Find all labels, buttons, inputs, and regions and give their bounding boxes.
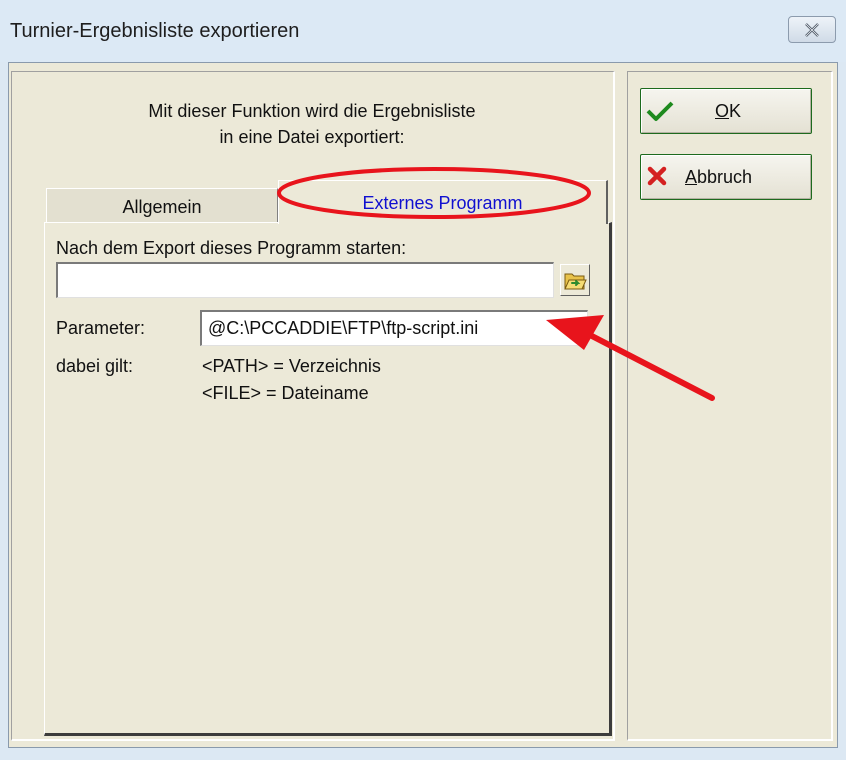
tab-panel-externes-programm: [44, 222, 612, 736]
title-bar[interactable]: Turnier-Ergebnisliste exportieren: [0, 0, 846, 62]
tab-externes-programm-label: Externes Programm: [362, 193, 523, 213]
checkmark-icon: [646, 101, 674, 121]
close-button[interactable]: [788, 16, 836, 43]
program-path-input[interactable]: [56, 262, 554, 298]
tab-externes-programm[interactable]: Externes Programm: [278, 180, 608, 224]
browse-program-button[interactable]: [560, 264, 590, 296]
cancel-rest: bbruch: [697, 167, 753, 187]
legend-file-text: <FILE> = Dateiname: [202, 383, 369, 403]
close-x-icon: [805, 22, 819, 37]
intro-line-2: in eine Datei exportiert:: [219, 127, 405, 147]
cancel-mnemonic: A: [685, 167, 698, 187]
export-settings-panel: Mit dieser Funktion wird die Ergebnislis…: [11, 71, 615, 741]
action-buttons-panel: OK Abbruch: [627, 71, 833, 741]
intro-text: Mit dieser Funktion wird die Ergebnislis…: [12, 98, 612, 150]
legend-path-text: <PATH> = Verzeichnis: [202, 356, 381, 376]
red-x-icon: [647, 166, 667, 186]
ok-mnemonic: O: [715, 101, 730, 121]
ok-button[interactable]: OK: [640, 88, 812, 134]
dialog-client-area: Mit dieser Funktion wird die Ergebnislis…: [8, 62, 838, 748]
export-dialog-window: Turnier-Ergebnisliste exportieren Mit di…: [0, 0, 846, 760]
folder-open-icon: [564, 273, 587, 290]
ok-button-label: OK: [715, 101, 741, 122]
intro-line-1: Mit dieser Funktion wird die Ergebnislis…: [148, 101, 476, 121]
cancel-button-label: Abbruch: [685, 167, 752, 188]
run-program-label: Nach dem Export dieses Programm starten:: [56, 238, 407, 258]
parameter-label: Parameter:: [56, 318, 146, 338]
legend-label: dabei gilt:: [56, 356, 134, 376]
ok-rest: K: [729, 101, 742, 121]
tab-allgemein-label: Allgemein: [122, 197, 202, 217]
window-title: Turnier-Ergebnisliste exportieren: [10, 20, 300, 42]
cancel-button[interactable]: Abbruch: [640, 154, 812, 200]
tab-allgemein[interactable]: Allgemein: [46, 188, 278, 224]
parameter-input[interactable]: @C:\PCCADDIE\FTP\ftp-script.ini: [200, 310, 588, 346]
